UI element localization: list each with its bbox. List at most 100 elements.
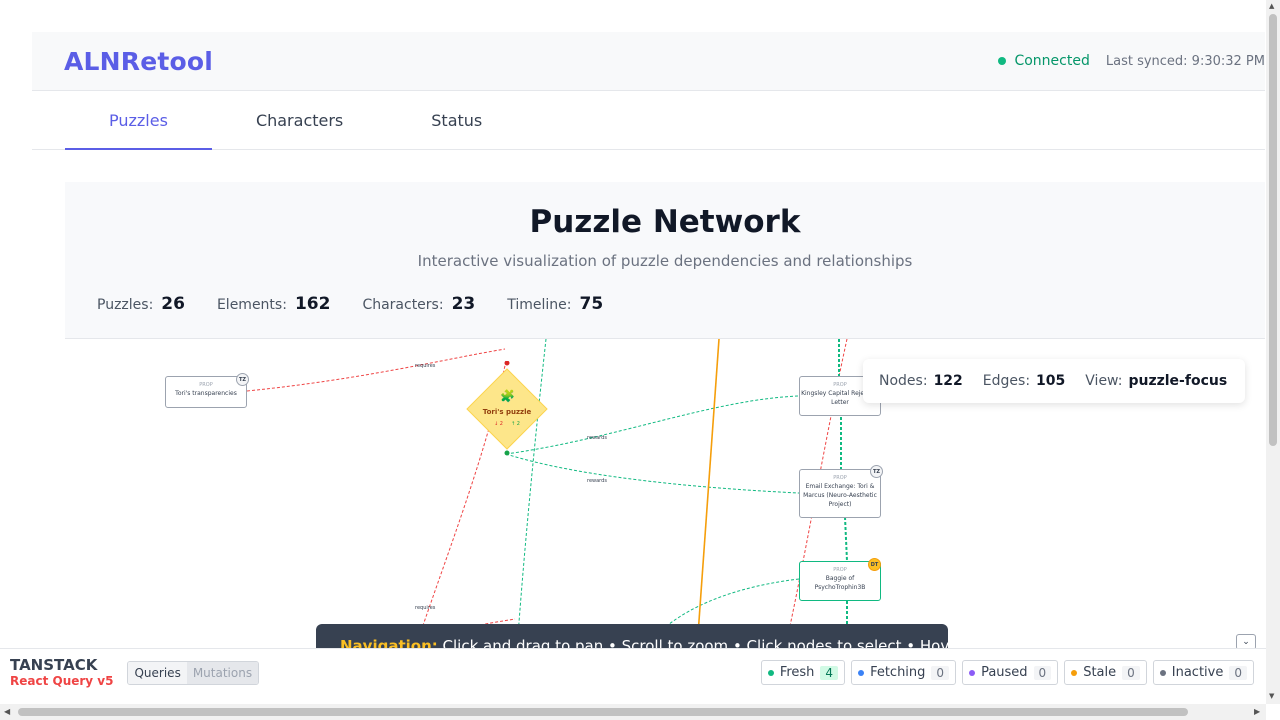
navigation-hint-text: Click and drag to pan • Scroll to zoom •…	[437, 637, 948, 648]
page-title: Puzzle Network	[529, 204, 801, 240]
edges-count: Edges: 105	[983, 373, 1065, 389]
status-label: Paused	[981, 665, 1028, 680]
app-header: ALNRetool Connected Last synced: 9:30:32…	[32, 32, 1265, 91]
devtools-logo[interactable]: TANSTACK React Query v5	[10, 657, 113, 689]
stat-value: 162	[294, 294, 331, 314]
status-fetching[interactable]: Fetching 0	[851, 660, 957, 685]
react-query-devtools: TANSTACK React Query v5 Queries Mutation…	[0, 648, 1266, 696]
tab-puzzles[interactable]: Puzzles	[65, 91, 212, 150]
puzzle-in-count: ↓ 2	[494, 421, 503, 427]
tab-status[interactable]: Status	[387, 91, 526, 149]
view-label: View:	[1085, 373, 1123, 389]
page-subtitle: Interactive visualization of puzzle depe…	[417, 252, 913, 270]
edge-rewards	[505, 395, 800, 455]
node-badge: TZ	[870, 465, 883, 478]
scroll-down-icon[interactable]: ▼	[1269, 692, 1274, 700]
edge-label: requires	[415, 363, 436, 369]
query-status-counts: Fresh 4 Fetching 0 Paused 0 Stale 0 Inactive…	[760, 660, 1266, 685]
puzzle-label: Tori's puzzle	[482, 408, 532, 416]
view-mode: View: puzzle-focus	[1085, 373, 1227, 389]
status-label: Stale	[1083, 665, 1117, 680]
devtools-brand-bottom: React Query v5	[10, 673, 114, 688]
status-count: 0	[1122, 665, 1140, 680]
stat-elements: Elements: 162	[217, 294, 330, 314]
status-dot-icon	[1159, 669, 1166, 676]
edge-label: rewards	[587, 478, 607, 484]
stat-characters: Characters: 23	[362, 294, 475, 314]
scrollbar-thumb[interactable]	[18, 708, 1188, 716]
scroll-up-icon[interactable]: ▲	[1269, 2, 1274, 10]
status-dot-icon	[858, 669, 865, 676]
view-value: puzzle-focus	[1128, 373, 1228, 389]
stat-label: Timeline:	[507, 297, 572, 313]
navigation-hint: Navigation: Click and drag to pan • Scro…	[316, 624, 948, 648]
stat-timeline: Timeline: 75	[507, 294, 603, 314]
stat-label: Characters:	[362, 297, 444, 313]
puzzle-piece-icon: 🧩	[500, 389, 515, 403]
status-count: 0	[1033, 665, 1052, 680]
node-type: PROP	[833, 475, 847, 481]
node-label: Baggie of PsychoTrophin3B	[814, 575, 866, 591]
timeline-edge	[696, 339, 720, 648]
scrollbar-thumb[interactable]	[1269, 14, 1277, 446]
sync-status: Connected Last synced: 9:30:32 PM	[998, 53, 1265, 69]
devtools-brand-top: TANSTACK	[10, 655, 98, 674]
chevron-down-icon: ⌄	[1242, 637, 1250, 647]
node-label: Tori's transparencies	[175, 390, 237, 397]
node-label: Email Exchange: Tori & Marcus (Neuro-Aes…	[803, 483, 877, 508]
stat-value: 75	[579, 294, 604, 314]
app-logo[interactable]: ALNRetool	[64, 47, 213, 76]
horizontal-scrollbar[interactable]: ◀ ▶	[0, 704, 1266, 720]
node-badge: TZ	[236, 373, 249, 386]
connection-status: Connected	[998, 53, 1090, 69]
node-type: PROP	[199, 382, 213, 388]
connection-label: Connected	[1014, 53, 1090, 69]
graph-canvas[interactable]: requires rewards rewards requires PROP T…	[65, 338, 1265, 648]
status-count: 0	[1229, 665, 1247, 680]
status-dot-icon	[767, 669, 774, 676]
edge-rewards	[505, 453, 800, 494]
status-fresh[interactable]: Fresh 4	[760, 660, 846, 685]
nodes-value: 122	[933, 373, 963, 389]
graph-info-overlay: Nodes: 122 Edges: 105 View: puzzle-focus	[863, 359, 1245, 403]
status-label: Fresh	[779, 665, 815, 680]
puzzle-node[interactable]: 🧩 Tori's puzzle ↓ 2 ↑ 2	[465, 361, 549, 457]
status-inactive[interactable]: Inactive 0	[1152, 660, 1254, 685]
status-label: Fetching	[870, 665, 926, 680]
status-dot-icon	[969, 669, 976, 676]
devtools-view-toggle: Queries Mutations	[127, 660, 260, 685]
status-count: 4	[820, 665, 839, 680]
stat-value: 26	[161, 294, 185, 314]
stat-label: Puzzles:	[97, 297, 154, 313]
status-stale[interactable]: Stale 0	[1064, 660, 1147, 685]
status-paused[interactable]: Paused 0	[962, 660, 1059, 685]
nodes-count: Nodes: 122	[879, 373, 963, 389]
status-dot-icon	[998, 57, 1007, 65]
tab-characters[interactable]: Characters	[212, 91, 387, 149]
nodes-label: Nodes:	[879, 373, 928, 389]
app-shell: ALNRetool Connected Last synced: 9:30:32…	[32, 32, 1265, 648]
last-synced: Last synced: 9:30:32 PM	[1105, 53, 1265, 69]
edges-value: 105	[1036, 373, 1066, 389]
stat-puzzles: Puzzles: 26	[97, 294, 185, 314]
scroll-right-icon[interactable]: ▶	[1254, 707, 1260, 716]
vertical-scrollbar[interactable]: ▲ ▼	[1266, 0, 1280, 704]
puzzle-network-panel: Puzzle Network Interactive visualization…	[65, 182, 1265, 648]
navigation-hint-key: Navigation:	[340, 637, 438, 648]
edge-label: rewards	[587, 435, 607, 441]
status-dot-icon	[1071, 669, 1078, 676]
stat-label: Elements:	[216, 297, 287, 313]
scroll-left-icon[interactable]: ◀	[4, 707, 10, 716]
mutations-tab[interactable]: Mutations	[186, 661, 259, 684]
status-label: Inactive	[1171, 665, 1224, 680]
graph-node-prop[interactable]: PROP Tori's transparencies	[165, 376, 247, 408]
edge-label: requires	[415, 605, 436, 611]
node-badge: DT	[868, 558, 881, 571]
puzzle-out-count: ↑ 2	[511, 421, 520, 427]
graph-node-prop[interactable]: PROP Email Exchange: Tori & Marcus (Neur…	[799, 469, 881, 518]
status-count: 0	[931, 665, 950, 680]
edges-label: Edges:	[982, 373, 1031, 389]
queries-tab[interactable]: Queries	[128, 661, 187, 684]
main-tabs: Puzzles Characters Status	[32, 91, 1265, 150]
stat-value: 23	[451, 294, 476, 314]
